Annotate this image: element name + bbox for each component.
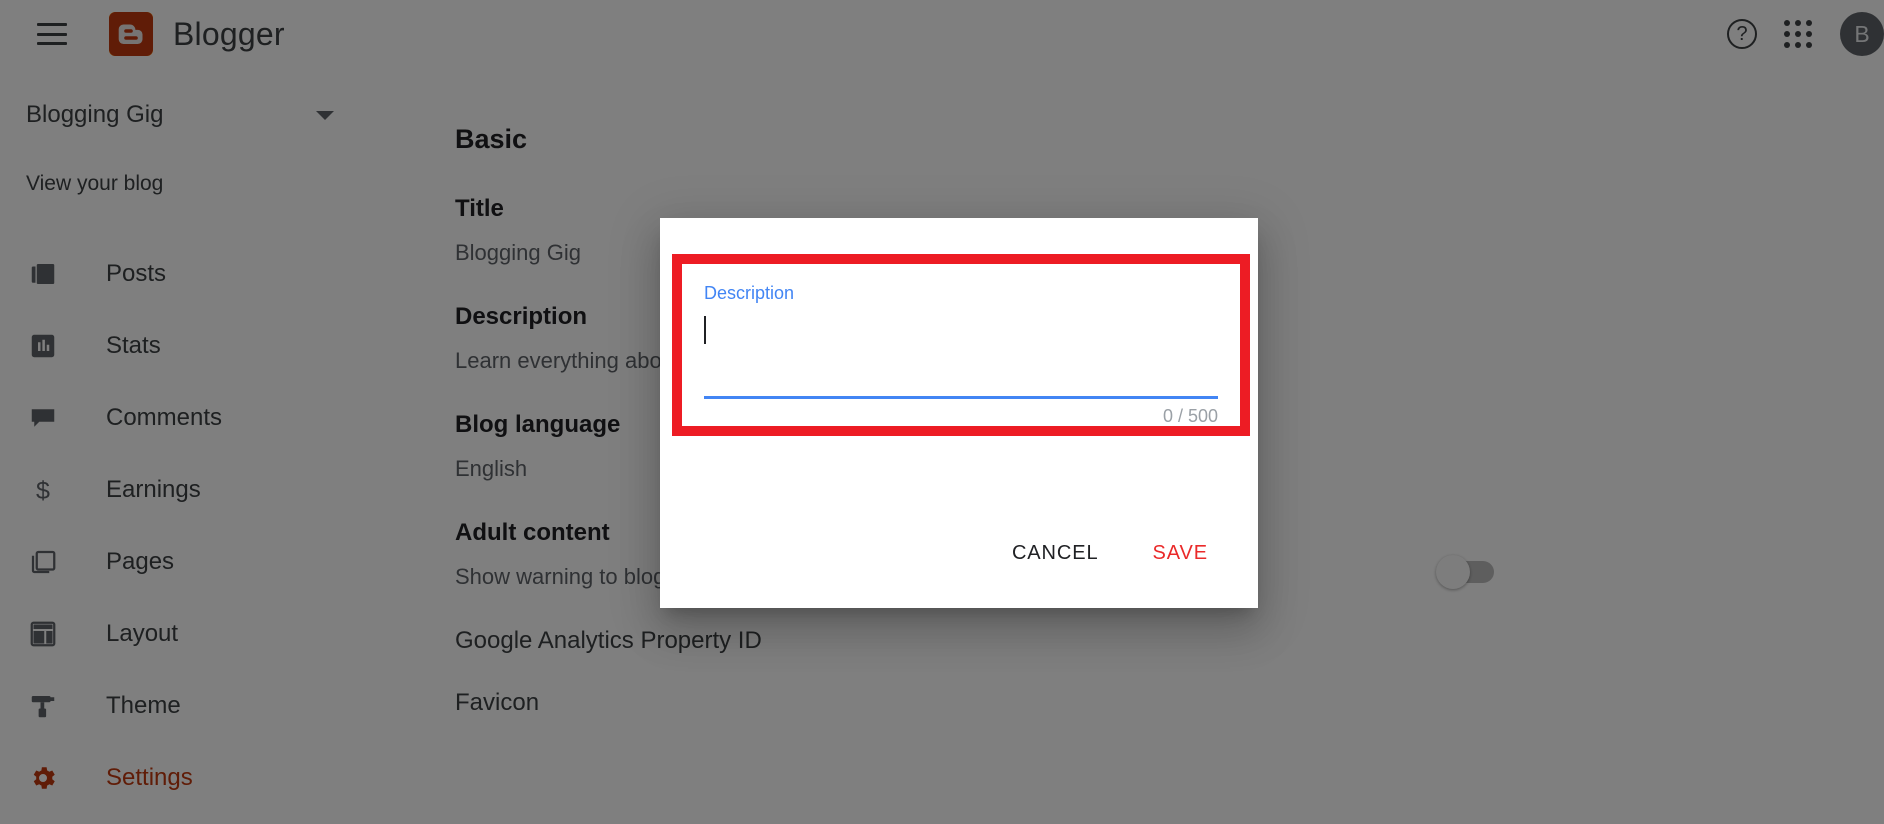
description-field-label: Description [704,283,795,303]
description-input-area[interactable] [704,316,1218,396]
text-cursor [704,316,706,344]
description-dialog: Description 0 / 500 CANCEL SAVE [660,218,1258,608]
focused-underline [704,396,1218,399]
dialog-actions: CANCEL SAVE [660,498,1258,608]
cancel-button[interactable]: CANCEL [996,530,1115,577]
description-textfield[interactable]: Description [682,264,1240,426]
save-button[interactable]: SAVE [1137,530,1224,577]
highlight-annotation-box: Description 0 / 500 [672,254,1250,436]
character-counter: 0 / 500 [1162,406,1218,426]
blogger-settings-screen: Blogger ? B Blogging Gig View your [0,0,1884,824]
